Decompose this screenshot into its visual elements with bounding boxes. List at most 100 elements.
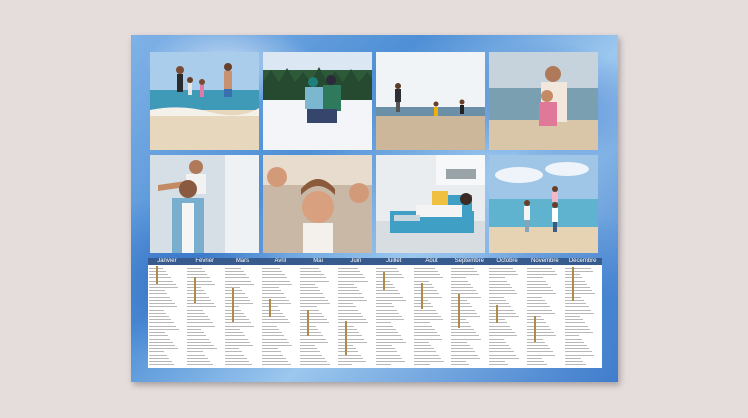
day-line	[300, 290, 321, 292]
day-line	[224, 361, 250, 363]
day-line	[527, 299, 545, 301]
day-line	[413, 325, 433, 327]
day-line	[413, 283, 432, 285]
day-line	[338, 290, 360, 292]
day-line	[564, 306, 589, 308]
day-line	[564, 267, 591, 269]
day-line	[338, 319, 366, 321]
day-line	[262, 332, 282, 334]
day-line	[451, 325, 472, 327]
day-line	[527, 296, 543, 298]
day-line	[489, 361, 506, 363]
day-line	[300, 286, 318, 288]
day-line	[451, 303, 470, 305]
day-line	[300, 348, 317, 350]
photo-father-daughter-piggyback	[150, 155, 259, 253]
day-line	[149, 348, 178, 350]
day-line	[564, 309, 592, 311]
day-line	[375, 322, 391, 324]
day-line	[224, 267, 242, 269]
day-line	[451, 364, 469, 366]
day-line	[186, 328, 202, 330]
day-line	[186, 351, 203, 353]
day-line	[413, 296, 442, 298]
day-line	[300, 306, 317, 308]
day-line	[338, 303, 354, 305]
day-line	[527, 309, 553, 311]
day-line	[224, 296, 248, 298]
day-line	[186, 306, 217, 308]
day-line	[489, 277, 505, 279]
month-column-april: Avril	[261, 258, 300, 368]
day-line	[564, 357, 581, 359]
month-days	[300, 266, 336, 366]
day-line	[186, 319, 211, 321]
day-line	[413, 267, 436, 269]
day-line	[413, 319, 444, 321]
day-line	[489, 312, 517, 314]
day-line	[564, 290, 593, 292]
day-line	[338, 296, 365, 298]
day-line	[527, 325, 549, 327]
day-line	[300, 332, 321, 334]
day-line	[262, 270, 283, 272]
day-line	[149, 341, 173, 343]
day-line	[149, 335, 168, 337]
day-line	[186, 341, 212, 343]
day-line	[186, 270, 205, 272]
day-line	[186, 322, 213, 324]
day-line	[564, 303, 587, 305]
day-line	[375, 277, 405, 279]
day-line	[338, 354, 361, 356]
day-line	[375, 316, 402, 317]
day-line	[564, 328, 591, 330]
day-line	[489, 354, 517, 356]
day-line	[564, 335, 580, 337]
day-line	[489, 341, 507, 343]
day-line	[186, 280, 213, 282]
day-line	[224, 338, 248, 340]
day-line	[300, 338, 326, 340]
day-line	[186, 296, 209, 298]
day-line	[527, 306, 550, 308]
day-line	[375, 357, 403, 359]
day-line	[527, 341, 546, 343]
day-line	[224, 354, 245, 356]
day-line	[149, 274, 169, 276]
day-line	[224, 335, 246, 337]
day-line	[186, 332, 204, 334]
day-line	[262, 348, 279, 350]
day-line	[527, 286, 551, 288]
day-line	[262, 341, 290, 343]
month-header: Août	[412, 258, 451, 265]
day-line	[489, 364, 508, 366]
day-line	[413, 335, 440, 337]
day-line	[375, 312, 400, 314]
month-days	[413, 266, 450, 366]
month-header: Mars	[223, 258, 262, 265]
day-line	[451, 345, 470, 347]
day-line	[451, 286, 474, 288]
day-line	[149, 286, 179, 288]
day-line	[564, 325, 588, 327]
day-line	[451, 277, 466, 279]
day-line	[186, 303, 214, 305]
day-line	[451, 296, 481, 298]
day-line	[489, 357, 519, 359]
day-line	[527, 351, 553, 353]
month-column-august: Août	[412, 258, 451, 368]
day-line	[300, 283, 316, 285]
day-line	[262, 283, 293, 285]
month-column-march: Mars	[223, 258, 262, 368]
day-line	[262, 328, 280, 330]
day-line	[413, 274, 441, 276]
day-line	[564, 316, 581, 317]
day-line	[375, 328, 396, 330]
month-header: Janvier	[148, 258, 186, 265]
day-line	[149, 299, 173, 301]
day-line	[224, 341, 251, 343]
day-line	[489, 299, 506, 301]
month-days	[375, 266, 412, 366]
day-line	[338, 299, 367, 301]
day-line	[527, 348, 551, 350]
